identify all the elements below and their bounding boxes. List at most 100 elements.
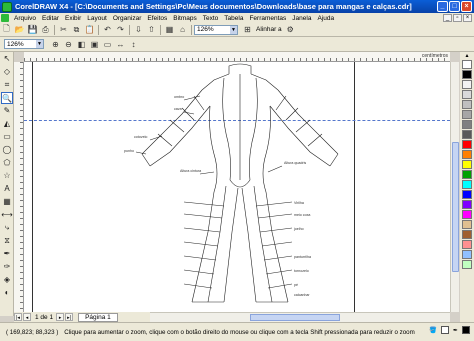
coreldraw-app-icon[interactable] <box>2 1 12 12</box>
palette-swatch[interactable] <box>462 190 472 199</box>
align-label[interactable]: Alinhar a <box>254 26 284 33</box>
menu-janela[interactable]: Janela <box>289 15 314 22</box>
drawing-canvas[interactable]: ombro cava cotovelo punho Altura cintura… <box>24 62 450 312</box>
save-icon[interactable]: 💾 <box>27 24 38 35</box>
crop-tool-icon[interactable]: ⌗ <box>1 79 13 91</box>
palette-swatch[interactable] <box>462 250 472 259</box>
document-icon[interactable] <box>1 14 9 22</box>
import-icon[interactable]: ⇩ <box>133 24 144 35</box>
fill-tool-icon[interactable]: ◈ <box>1 274 13 286</box>
page-tab[interactable]: Página 1 <box>78 312 118 322</box>
zoom-selected-icon[interactable]: ◧ <box>76 39 87 50</box>
palette-swatch[interactable] <box>462 160 472 169</box>
palette-swatch[interactable] <box>462 260 472 269</box>
snap-icon[interactable]: ⊞ <box>242 24 253 35</box>
close-button[interactable]: × <box>461 1 472 12</box>
menu-ferramentas[interactable]: Ferramentas <box>246 15 289 22</box>
menu-tabela[interactable]: Tabela <box>221 15 246 22</box>
palette-swatch[interactable] <box>462 240 472 249</box>
text-tool-icon[interactable]: A <box>1 183 13 195</box>
outline-swatch[interactable] <box>462 326 470 334</box>
welcome-screen-icon[interactable]: ⌂ <box>177 24 188 35</box>
menu-arquivo[interactable]: Arquivo <box>11 15 39 22</box>
palette-swatch[interactable] <box>462 70 472 79</box>
doc-minimize-button[interactable]: _ <box>443 14 452 22</box>
zoom-all-objects-icon[interactable]: ▣ <box>89 39 100 50</box>
palette-swatch[interactable] <box>462 120 472 129</box>
last-page-icon[interactable]: ▸| <box>65 313 74 321</box>
export-icon[interactable]: ⇧ <box>146 24 157 35</box>
palette-swatch[interactable] <box>462 200 472 209</box>
fill-swatch[interactable] <box>440 326 449 334</box>
menu-bitmaps[interactable]: Bitmaps <box>170 15 199 22</box>
blend-tool-icon[interactable]: ⧖ <box>1 235 13 247</box>
palette-swatch[interactable] <box>462 150 472 159</box>
connector-tool-icon[interactable]: ⤷ <box>1 222 13 234</box>
doc-close-button[interactable]: × <box>463 14 472 22</box>
application-launcher-icon[interactable]: ▦ <box>164 24 175 35</box>
cut-icon[interactable]: ✂ <box>58 24 69 35</box>
minimize-button[interactable]: _ <box>437 1 448 12</box>
zoom-page-height-icon[interactable]: ↕ <box>128 39 139 50</box>
menu-texto[interactable]: Texto <box>200 15 222 22</box>
zoom-tool-icon[interactable]: 🔍 <box>1 92 13 104</box>
undo-icon[interactable]: ↶ <box>102 24 113 35</box>
zoom-in-icon[interactable]: ⊕ <box>50 39 61 50</box>
basic-shapes-icon[interactable]: ☆ <box>1 170 13 182</box>
copy-icon[interactable]: ⧉ <box>71 24 82 35</box>
polygon-tool-icon[interactable]: ⬠ <box>1 157 13 169</box>
paste-icon[interactable]: 📋 <box>84 24 95 35</box>
palette-swatch[interactable] <box>462 140 472 149</box>
menu-ajuda[interactable]: Ajuda <box>314 15 337 22</box>
rectangle-tool-icon[interactable]: ▭ <box>1 131 13 143</box>
parallel-dimension-icon[interactable]: ⟷ <box>1 209 13 221</box>
palette-scroll-up-icon[interactable]: ▴ <box>460 52 474 60</box>
zoom-page-width-icon[interactable]: ↔ <box>115 39 126 50</box>
palette-swatch[interactable] <box>462 80 472 89</box>
maximize-button[interactable]: □ <box>449 1 460 12</box>
menu-organizar[interactable]: Organizar <box>110 15 145 22</box>
freehand-tool-icon[interactable]: ✎ <box>1 105 13 117</box>
fill-bucket-icon[interactable]: 🪣 <box>429 326 437 334</box>
horizontal-ruler[interactable] <box>24 52 450 62</box>
outline-pen-status-icon[interactable]: ✒ <box>453 327 458 334</box>
options-icon[interactable]: ⚙ <box>285 24 296 35</box>
smart-fill-icon[interactable]: ◭ <box>1 118 13 130</box>
zoom-out-icon[interactable]: ⊖ <box>63 39 74 50</box>
doc-restore-button[interactable]: ▫ <box>453 14 462 22</box>
palette-swatch[interactable] <box>462 90 472 99</box>
open-folder-icon[interactable]: 📂 <box>14 24 25 35</box>
palette-swatch[interactable] <box>462 130 472 139</box>
interactive-fill-icon[interactable]: ◐ <box>1 287 13 299</box>
menu-efeitos[interactable]: Efeitos <box>144 15 170 22</box>
palette-swatch[interactable] <box>462 230 472 239</box>
redo-icon[interactable]: ↷ <box>115 24 126 35</box>
palette-swatch[interactable] <box>462 100 472 109</box>
next-page-icon[interactable]: ▸ <box>56 313 65 321</box>
palette-swatch[interactable] <box>462 60 472 69</box>
pattern-drawing[interactable]: ombro cava cotovelo punho Altura cintura… <box>24 62 450 312</box>
vertical-scrollbar[interactable] <box>450 62 459 312</box>
palette-swatch[interactable] <box>462 110 472 119</box>
palette-swatch[interactable] <box>462 170 472 179</box>
vertical-ruler[interactable] <box>14 62 24 312</box>
eyedropper-icon[interactable]: ✒ <box>1 248 13 260</box>
palette-swatch[interactable] <box>462 220 472 229</box>
pick-tool-icon[interactable]: ↖ <box>1 53 13 65</box>
shape-tool-icon[interactable]: ◇ <box>1 66 13 78</box>
zoom-levels-combo[interactable]: 126% ▼ <box>4 39 44 49</box>
menu-exibir[interactable]: Exibir <box>62 15 84 22</box>
zoom-level-select[interactable]: 126% ▼ <box>194 24 238 35</box>
palette-swatch[interactable] <box>462 210 472 219</box>
palette-swatch[interactable] <box>462 180 472 189</box>
ellipse-tool-icon[interactable]: ◯ <box>1 144 13 156</box>
vertical-scroll-thumb[interactable] <box>452 142 459 272</box>
table-tool-icon[interactable]: ▦ <box>1 196 13 208</box>
first-page-icon[interactable]: |◂ <box>14 313 22 321</box>
new-document-icon[interactable]: 🗋 <box>1 24 12 35</box>
outline-pen-icon[interactable]: ✑ <box>1 261 13 273</box>
horizontal-scroll-thumb[interactable] <box>250 314 340 321</box>
zoom-page-icon[interactable]: ▭ <box>102 39 113 50</box>
print-icon[interactable]: ⎙ <box>40 24 51 35</box>
horizontal-scrollbar[interactable] <box>150 312 450 322</box>
